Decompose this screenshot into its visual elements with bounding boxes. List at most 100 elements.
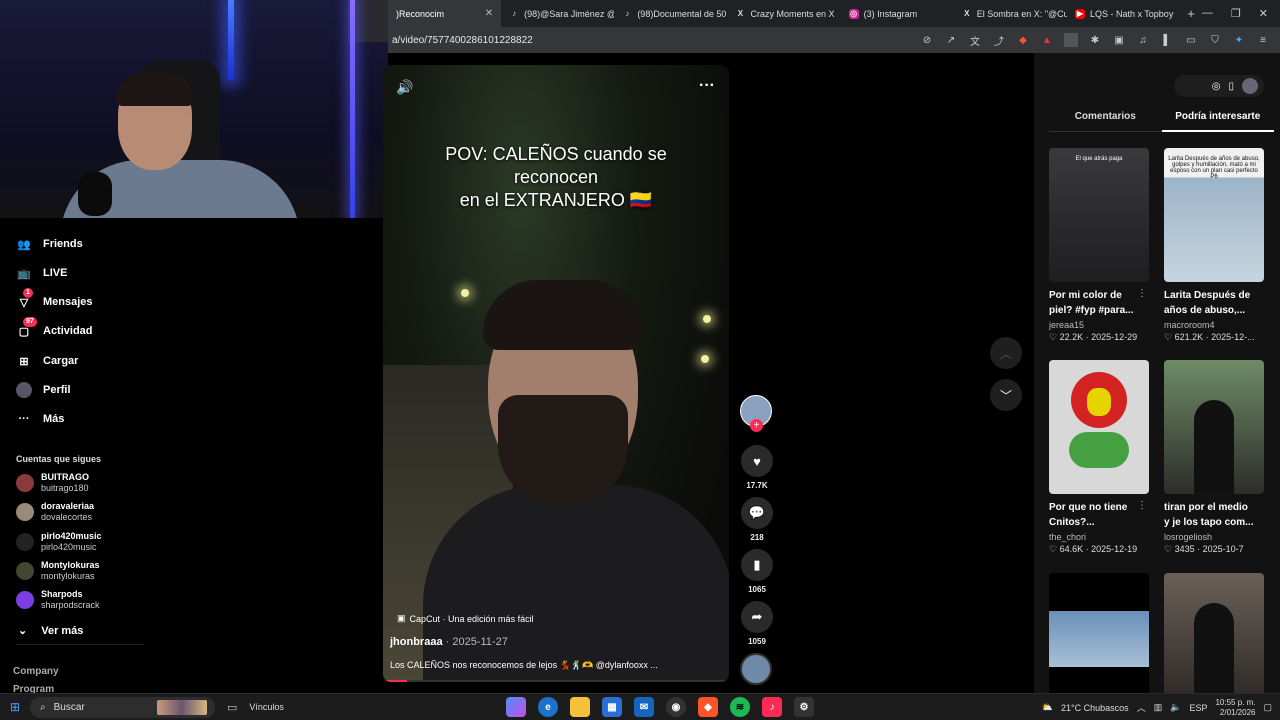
following-account[interactable]: doravaleriaa dovalecortes — [16, 501, 94, 523]
tab-recommended[interactable]: Podría interesarte — [1161, 111, 1274, 132]
music-disc[interactable] — [740, 653, 772, 685]
sidebar-item-profile[interactable]: Perfil — [16, 382, 71, 398]
thumbnail-caption: Larita Después de años de abuso, golpes … — [1168, 156, 1260, 180]
video-player[interactable]: 🔊 ··· POV: CALEÑOS cuando se reconocen e… — [383, 65, 729, 682]
url-field[interactable]: a/video/7577400286101228822 — [392, 35, 533, 46]
task-view-icon[interactable]: ▭ — [227, 701, 237, 714]
card-date: 2025-12-29 — [1091, 332, 1138, 342]
screenshot-icon[interactable]: ▣ — [1112, 33, 1126, 47]
next-video-button[interactable]: ﹀ — [990, 379, 1022, 411]
network-icon[interactable]: ▥ — [1154, 702, 1163, 713]
footer-link-company[interactable]: Company — [13, 666, 59, 677]
chevron-down-icon: ﹀ — [999, 388, 1012, 403]
recommended-card[interactable]: Por que no tiene Cnitos?... ⋮ the_chori … — [1049, 360, 1151, 555]
more-icon[interactable]: ⋮ — [1137, 288, 1147, 299]
like-button[interactable]: ♥ 17.7K — [740, 445, 774, 490]
settings-icon[interactable]: ⚙ — [794, 697, 814, 717]
share-arrow-icon: ➦ — [741, 601, 773, 633]
comment-button[interactable]: 💬 218 — [740, 497, 774, 542]
file-explorer-icon[interactable] — [570, 697, 590, 717]
menu-icon[interactable]: ≡ — [1256, 33, 1270, 47]
new-tab-icon[interactable]: + — [1180, 6, 1202, 21]
tray-chevron-icon[interactable]: ︿ — [1137, 701, 1146, 714]
windows-start-icon[interactable]: ⊞ — [0, 700, 30, 714]
clock[interactable]: 10:55 p. m. 2/01/2026 — [1215, 698, 1255, 718]
share-button[interactable]: ➦ 1059 — [740, 601, 774, 646]
weather-text[interactable]: 21°C Chubascos — [1061, 703, 1129, 713]
tab-comments[interactable]: Comentarios — [1049, 111, 1162, 132]
sidebar-item-more[interactable]: ··· Más — [16, 411, 65, 427]
phone-icon[interactable]: ▯ — [1228, 81, 1234, 92]
sidebar-item-live[interactable]: 📺 LIVE — [16, 265, 67, 281]
more-icon[interactable]: ⋮ — [1137, 500, 1147, 511]
follow-plus-icon[interactable]: + — [750, 419, 763, 432]
close-window-icon[interactable]: ✕ — [1259, 7, 1268, 20]
save-button[interactable]: ▮ 1065 — [740, 549, 774, 594]
recommended-card[interactable]: El que atrás paga Por mi color de piel? … — [1049, 148, 1151, 343]
video-author[interactable]: jhonbraaa · 2025-11-27 — [390, 636, 508, 648]
volume-icon[interactable]: 🔊 — [396, 79, 413, 96]
tab-0[interactable]: )Reconocim ✕ — [388, 0, 502, 27]
extensions-icon[interactable]: ✱ — [1088, 33, 1102, 47]
following-account[interactable]: Sharpods sharpodscrack — [16, 589, 100, 611]
capcut-link[interactable]: ▣ CapCut · Una edición más fácil — [397, 613, 534, 624]
card-likes: 621.2K — [1174, 332, 1204, 342]
minimize-icon[interactable]: — — [1202, 7, 1213, 20]
recommended-card[interactable]: tiran por el medio y je los tapo com... … — [1164, 360, 1266, 555]
tab-6[interactable]: ▶ LQS - Nath x Topboy — [1067, 0, 1180, 27]
see-more-button[interactable]: ⌄ Ver más — [18, 624, 83, 638]
following-account[interactable]: pirlo420music pirlo420music — [16, 531, 102, 553]
speaker-icon[interactable]: 🔈 — [1170, 702, 1181, 713]
share-icon[interactable]: ⤴ — [992, 33, 1006, 48]
tab-5[interactable]: X El Sombra en X: "@Cu — [954, 0, 1067, 27]
language-indicator[interactable]: ESP — [1189, 703, 1207, 713]
brave-icon[interactable]: ◆ — [698, 697, 718, 717]
video-progress[interactable] — [383, 680, 729, 682]
recommended-card[interactable]: Larita Después de años de abuso, golpes … — [1164, 148, 1266, 343]
tiktok-app-icon[interactable]: ♪ — [762, 697, 782, 717]
spotify-icon[interactable]: ≋ — [730, 697, 750, 717]
taskbar-search[interactable]: ⌕ Buscar — [30, 696, 215, 718]
copilot-icon[interactable] — [506, 697, 526, 717]
store-icon[interactable]: ▦ — [602, 697, 622, 717]
user-avatar[interactable] — [1242, 78, 1258, 94]
card-meta: ♡ 621.2K · 2025-12-... — [1164, 332, 1255, 342]
tab-2[interactable]: ♪ (98)Documental de 50 — [614, 0, 727, 27]
browser-tabbar: )Reconocim ✕ ♪ (98)@Sara Jiménez @ ♪ (98… — [388, 0, 1280, 27]
close-tab-icon[interactable]: ✕ — [485, 8, 493, 19]
following-account[interactable]: Montylokuras montylokuras — [16, 560, 100, 582]
brave-shield-icon[interactable]: ◆ — [1016, 33, 1030, 47]
links-toolbar[interactable]: Vínculos — [249, 702, 284, 712]
edge-icon[interactable]: e — [538, 697, 558, 717]
previous-video-button[interactable]: ︿ — [990, 337, 1022, 369]
ai-icon[interactable]: ✦ — [1232, 33, 1246, 47]
more-options-icon[interactable]: ··· — [699, 77, 715, 95]
wallet-icon[interactable]: ▭ — [1184, 33, 1198, 47]
rewards-icon[interactable]: ▲ — [1040, 33, 1054, 47]
no-image-icon[interactable]: ⊘ — [920, 33, 934, 47]
following-account[interactable]: BUITRAGO buitrago180 — [16, 472, 89, 494]
youtube-icon: ▶ — [1074, 8, 1085, 19]
vpn-icon[interactable]: ⛉ — [1208, 33, 1222, 47]
sidebar-item-upload[interactable]: ⊞ Cargar — [16, 353, 78, 369]
notification-icon[interactable]: ▢ — [1263, 702, 1272, 713]
sidebar-icon[interactable]: ▌ — [1160, 33, 1174, 47]
sidebar-item-activity[interactable]: ▢ 97 Actividad — [16, 317, 93, 339]
tab-3[interactable]: X Crazy Moments en X — [727, 0, 840, 27]
recommended-card[interactable] — [1049, 573, 1151, 707]
obs-icon[interactable]: ◉ — [666, 697, 686, 717]
music-icon[interactable]: ♫ — [1136, 33, 1150, 47]
tab-1[interactable]: ♪ (98)@Sara Jiménez @ — [501, 0, 614, 27]
outlook-icon[interactable]: ✉ — [634, 697, 654, 717]
translate-icon[interactable]: 文 — [968, 33, 982, 48]
recommended-card[interactable] — [1164, 573, 1266, 707]
divider — [16, 644, 144, 645]
sidebar-item-messages[interactable]: ▽ 1 Mensajes — [16, 288, 93, 310]
tab-4[interactable]: ◎ (3) Instagram — [841, 0, 954, 27]
weather-icon[interactable]: ⛅ — [1042, 702, 1053, 713]
open-external-icon[interactable]: ↗ — [944, 33, 958, 47]
compass-icon[interactable]: ◎ — [1212, 81, 1221, 92]
restore-icon[interactable]: ❐ — [1231, 7, 1241, 20]
sidebar-item-friends[interactable]: 👥 Friends — [16, 236, 83, 252]
tab-label: (98)@Sara Jiménez @ — [524, 8, 615, 19]
